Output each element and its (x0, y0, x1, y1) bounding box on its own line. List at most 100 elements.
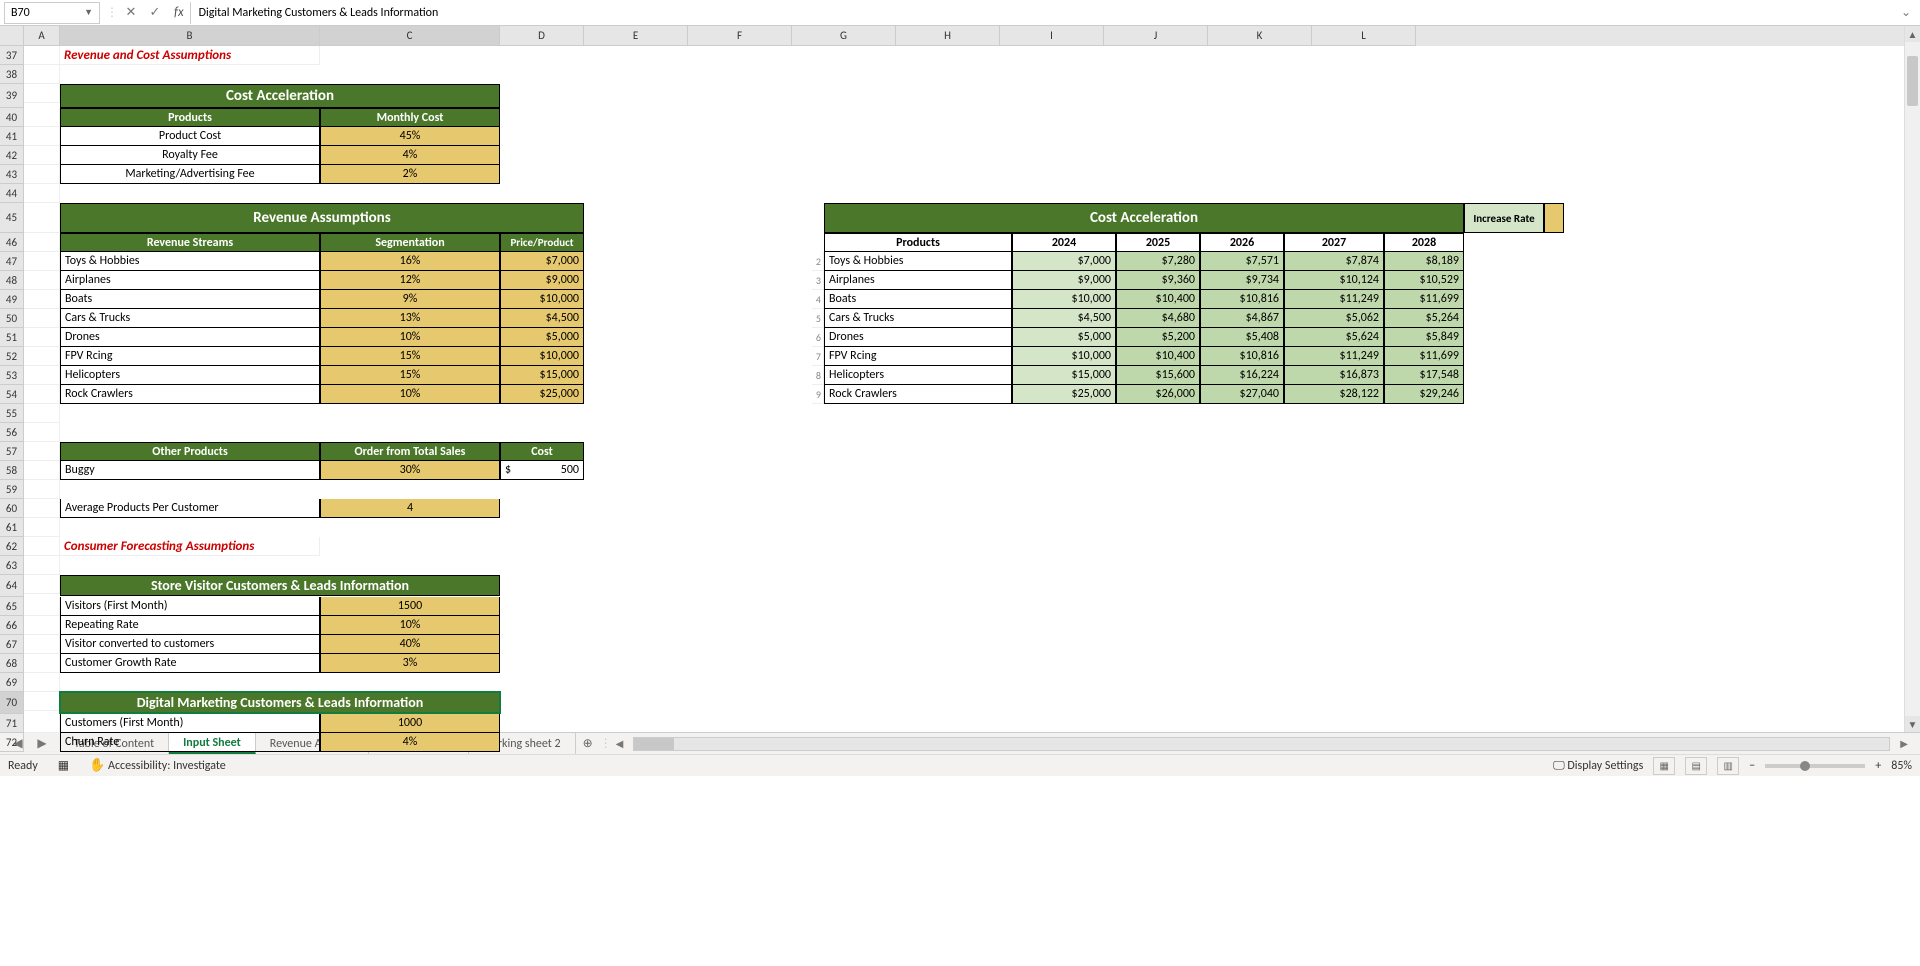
chevron-down-icon[interactable]: ▼ (84, 7, 93, 18)
expand-formula-bar-button[interactable]: ⌄ (1896, 5, 1916, 20)
cell-value: $9,000 (500, 271, 584, 290)
col-header[interactable]: C (320, 26, 500, 46)
table-header: Revenue Assumptions (60, 203, 584, 233)
row-header[interactable]: 72 (0, 733, 24, 752)
formula-input[interactable]: Digital Marketing Customers & Leads Info… (190, 2, 1896, 24)
vertical-scrollbar[interactable]: ▲ ▼ (1904, 26, 1920, 732)
cell-label: Repeating Rate (60, 616, 320, 635)
col-header[interactable]: A (24, 26, 60, 46)
cell-value: $10,816 (1200, 347, 1284, 366)
row-header[interactable]: 61 (0, 518, 24, 537)
col-header[interactable]: K (1208, 26, 1312, 46)
row-header[interactable]: 43 (0, 165, 24, 184)
row-header[interactable]: 63 (0, 556, 24, 575)
row-header[interactable]: 52 (0, 347, 24, 366)
row-header[interactable]: 55 (0, 404, 24, 423)
row-header[interactable]: 46 (0, 233, 24, 252)
row-header[interactable]: 40 (0, 108, 24, 127)
row-header[interactable]: 71 (0, 714, 24, 733)
table-subheader: 2028 (1384, 233, 1464, 252)
row-header[interactable]: 56 (0, 423, 24, 442)
row-header[interactable]: 54 (0, 385, 24, 404)
zoom-level[interactable]: 85% (1891, 759, 1912, 773)
cell-value: $5,062 (1284, 309, 1384, 328)
row-header[interactable]: 58 (0, 461, 24, 480)
row-header[interactable]: 51 (0, 328, 24, 347)
cell-value: $11,699 (1384, 290, 1464, 309)
cell-value: Boats (824, 290, 1012, 309)
formula-bar: B70 ▼ ⋮ ✕ ✓ fx Digital Marketing Custome… (0, 0, 1920, 26)
row-header[interactable]: 59 (0, 480, 24, 499)
horizontal-scrollbar[interactable] (633, 737, 1890, 751)
scroll-up-button[interactable]: ▲ (1905, 26, 1920, 42)
row-header[interactable]: 53 (0, 366, 24, 385)
row-header[interactable]: 49 (0, 290, 24, 309)
row-header[interactable]: 47 (0, 252, 24, 271)
row-header[interactable]: 69 (0, 673, 24, 692)
name-box[interactable]: B70 ▼ (4, 2, 100, 24)
row-header[interactable]: 66 (0, 616, 24, 635)
zoom-in-button[interactable]: + (1875, 759, 1881, 773)
active-cell[interactable]: Digital Marketing Customers & Leads Info… (60, 692, 500, 713)
cell-value: $10,400 (1116, 290, 1200, 309)
row-header[interactable]: 44 (0, 184, 24, 203)
display-settings-button[interactable]: 🖵 Display Settings (1553, 759, 1643, 773)
row-header[interactable]: 62 (0, 537, 24, 556)
col-header[interactable]: F (688, 26, 792, 46)
table-subheader: Products (824, 233, 1012, 252)
cell-value: Buggy (60, 461, 320, 480)
index-num: 5 (812, 309, 824, 328)
row-header[interactable]: 41 (0, 127, 24, 146)
cell-value: $5,000 (500, 328, 584, 347)
col-header[interactable]: H (896, 26, 1000, 46)
accessibility-status[interactable]: ✋ Accessibility: Investigate (89, 758, 226, 773)
macro-icon[interactable]: ▦ (58, 758, 69, 773)
row-header[interactable]: 60 (0, 499, 24, 518)
accept-formula-button[interactable]: ✓ (144, 2, 166, 24)
cells-area[interactable]: Revenue and Cost Assumptions Cost Accele… (24, 46, 1904, 732)
cell-value: Toys & Hobbies (824, 252, 1012, 271)
scroll-down-button[interactable]: ▼ (1905, 716, 1920, 732)
table-subheader: Monthly Cost (320, 108, 500, 127)
row-header[interactable]: 38 (0, 65, 24, 84)
table-subheader: 2026 (1200, 233, 1284, 252)
index-num: 2 (812, 252, 824, 271)
cell-value: $10,124 (1284, 271, 1384, 290)
page-break-button[interactable]: ▥ (1717, 757, 1739, 775)
row-header[interactable]: 37 (0, 46, 24, 65)
page-layout-button[interactable]: ▤ (1685, 757, 1707, 775)
col-header[interactable]: D (500, 26, 584, 46)
col-header[interactable]: B (60, 26, 320, 46)
select-all-corner[interactable] (0, 26, 24, 46)
cell-value: $5,000 (1012, 328, 1116, 347)
row-header[interactable]: 64 (0, 575, 24, 597)
index-num: 4 (812, 290, 824, 309)
row-header[interactable]: 65 (0, 597, 24, 616)
col-header[interactable]: I (1000, 26, 1104, 46)
fx-icon[interactable]: fx (174, 5, 184, 20)
cell-value: 4% (320, 733, 500, 752)
row-header[interactable]: 70 (0, 692, 24, 714)
zoom-slider[interactable] (1765, 764, 1865, 768)
row-header[interactable]: 48 (0, 271, 24, 290)
row-header[interactable]: 45 (0, 203, 24, 233)
row-header[interactable]: 39 (0, 84, 24, 108)
scroll-thumb[interactable] (1907, 56, 1918, 106)
row-header[interactable]: 57 (0, 442, 24, 461)
cancel-formula-button[interactable]: ✕ (120, 2, 142, 24)
row-header[interactable]: 67 (0, 635, 24, 654)
row-header[interactable]: 68 (0, 654, 24, 673)
row-header[interactable]: 42 (0, 146, 24, 165)
col-header[interactable]: J (1104, 26, 1208, 46)
normal-view-button[interactable]: ▦ (1653, 757, 1675, 775)
spreadsheet-grid[interactable]: A B C D E F G H I J K L 3738394041424344… (0, 26, 1920, 732)
cell-value: $15,000 (1012, 366, 1116, 385)
row-header[interactable]: 50 (0, 309, 24, 328)
col-header[interactable]: E (584, 26, 688, 46)
cell-value: Helicopters (60, 366, 320, 385)
cell-value: $25,000 (1012, 385, 1116, 404)
cell-value: 40% (320, 635, 500, 654)
col-header[interactable]: G (792, 26, 896, 46)
zoom-out-button[interactable]: − (1749, 759, 1755, 773)
col-header[interactable]: L (1312, 26, 1416, 46)
